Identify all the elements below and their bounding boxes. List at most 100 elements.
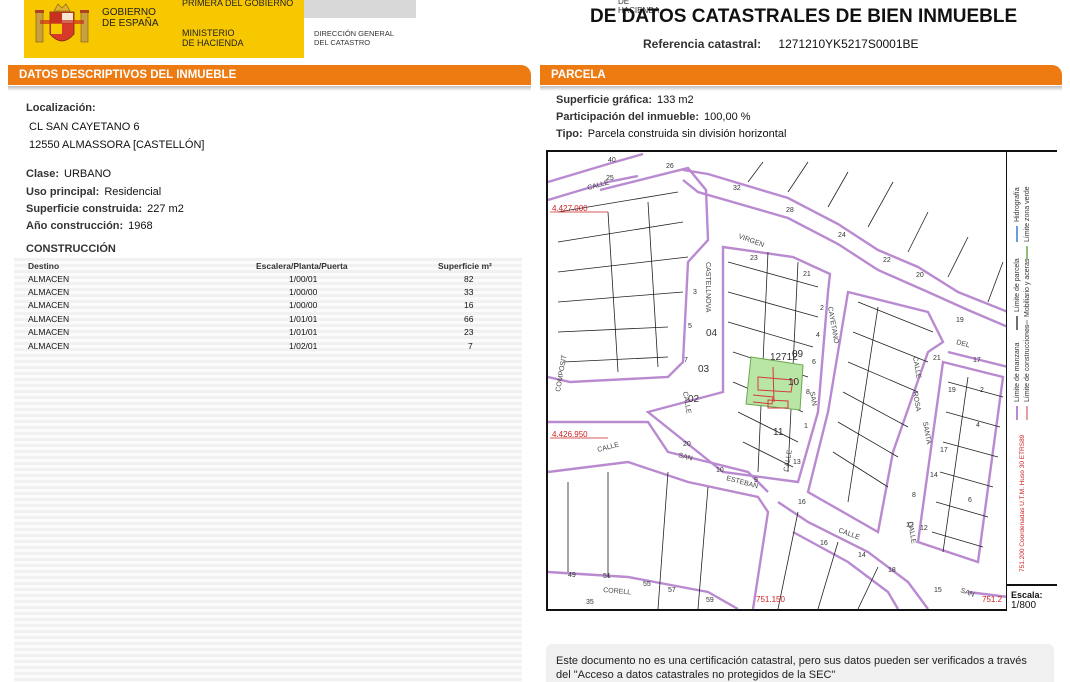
- legend-construcciones: Límite de construcciones: [1024, 324, 1031, 402]
- anio-row: Año construcción: 1968: [26, 220, 153, 232]
- table-header-superficie: Superficie m²: [438, 261, 492, 271]
- map-legend: Hidrografía Límite zona verde Límite de …: [989, 152, 1057, 584]
- map-street-name: VIRGEN: [737, 233, 765, 249]
- map-parcel-number: 04: [706, 328, 718, 339]
- superficie-value: 227 m2: [147, 203, 184, 215]
- ref-value: 1271210YK5217S0001BE: [778, 37, 919, 51]
- table-header-escalera: Escalera/Planta/Puerta: [256, 261, 348, 271]
- map-street-name: CAYETANO: [826, 306, 839, 345]
- hacienda-band: DE HACIENDA: [304, 0, 659, 18]
- map-street-name: SANTA: [921, 421, 932, 445]
- map-number-label: 8: [806, 389, 810, 396]
- cadastral-map: 12712 09 10 11 04 03 02 VIRGEN CALLE CAS…: [546, 150, 1057, 611]
- table-header-destino: Destino: [28, 261, 60, 271]
- superficie-row: Superficie construida: 227 m2: [26, 203, 184, 215]
- disclaimer-text: Este documento no es una certificación c…: [556, 655, 1027, 681]
- cell-destino: ALMACEN: [28, 274, 70, 284]
- map-parcel-number: 11: [773, 427, 784, 438]
- map-number-label: 19: [956, 317, 964, 324]
- cell-escalera: 1/00/00: [289, 287, 318, 297]
- map-number-label: 59: [706, 597, 714, 604]
- ref-label: Referencia catastral:: [643, 37, 762, 51]
- map-number-label: 55: [643, 581, 651, 588]
- map-street-name: CASTELLNOVA: [704, 262, 711, 313]
- localizacion-label: Localización:: [26, 102, 96, 114]
- map-number-label: 12: [906, 522, 914, 529]
- legend-coords: 751.200 Coordenadas U.T.M. Huso 30 ETRS8…: [1019, 434, 1026, 572]
- map-number-label: 25: [606, 175, 614, 182]
- map-number-label: 4: [816, 332, 820, 339]
- map-number-label: 19: [948, 387, 956, 394]
- map-number-label: 10: [716, 467, 724, 474]
- map-number-label: 3: [693, 289, 697, 296]
- superficie-grafica-label: Superficie gráfica:: [556, 94, 652, 106]
- disclaimer-note: Este documento no es una certificación c…: [546, 644, 1054, 682]
- clase-row: Clase: URBANO: [26, 168, 111, 180]
- map-number-label: 51: [603, 573, 611, 580]
- legend-mobiliario: Mobiliario y aceras: [1024, 258, 1031, 317]
- referencia-catastral: Referencia catastral: 1271210YK5217S0001…: [643, 37, 919, 51]
- cell-superficie: 82: [464, 274, 474, 284]
- tipo-label: Tipo:: [556, 128, 583, 140]
- map-scale: Escala: 1/800: [1006, 584, 1057, 611]
- map-number-label: 26: [666, 163, 674, 170]
- map-number-label: 14: [858, 552, 866, 559]
- cell-escalera: 1/01/01: [289, 314, 318, 324]
- coat-of-arms-icon: [35, 3, 89, 43]
- map-number-label: 6: [812, 359, 816, 366]
- ministry-logo-block: GOBIERNO DE ESPAÑA PRIMERA DEL GOBIERNO …: [24, 0, 304, 58]
- map-number-label: 5: [688, 323, 692, 330]
- legend-manzana: Límite de manzana: [1014, 342, 1021, 402]
- tipo-row: Tipo: Parcela construida sin división hor…: [556, 128, 786, 140]
- cell-destino: ALMACEN: [28, 300, 70, 310]
- tipo-value: Parcela construida sin división horizont…: [587, 128, 787, 140]
- map-number-label: 49: [568, 572, 576, 579]
- map-number-label: 40: [608, 157, 616, 164]
- section-datos-descriptivos: DATOS DESCRIPTIVOS DEL INMUEBLE: [8, 65, 531, 85]
- map-coordinate-x2: 751.2: [982, 595, 1003, 604]
- map-number-label: 2: [980, 387, 984, 394]
- cell-escalera: 1/00/01: [289, 274, 318, 284]
- scale-label: Escala:: [1011, 590, 1043, 600]
- map-number-label: 28: [786, 207, 794, 214]
- map-number-label: 1: [804, 423, 808, 430]
- map-number-label: 57: [668, 587, 676, 594]
- map-number-label: 18: [888, 567, 896, 574]
- construccion-table-background: [14, 258, 522, 682]
- cell-destino: ALMACEN: [28, 341, 70, 351]
- map-number-label: 32: [733, 185, 741, 192]
- map-number-label: 17: [973, 357, 981, 364]
- map-drawing: 12712 09 10 11 04 03 02 VIRGEN CALLE CAS…: [548, 152, 1009, 609]
- map-number-label: 24: [838, 232, 846, 239]
- participacion-label: Participación del inmueble:: [556, 111, 700, 123]
- map-parcel-number: 03: [698, 364, 710, 375]
- map-number-label: 2: [820, 305, 824, 312]
- map-street-name: DEL: [955, 339, 970, 349]
- map-street-name: COMPOSIT: [555, 354, 569, 393]
- cell-destino: ALMACEN: [28, 327, 70, 337]
- cell-superficie: 66: [464, 314, 474, 324]
- secretaria-text: PRIMERA DEL GOBIERNO: [182, 0, 294, 8]
- map-street-name: CALLE: [911, 356, 922, 379]
- anio-label: Año construcción:: [26, 220, 124, 232]
- map-number-label: 21: [933, 355, 941, 362]
- map-street-name: CORELL: [603, 587, 632, 596]
- map-number-label: 21: [803, 271, 811, 278]
- participacion-value: 100,00 %: [704, 111, 751, 123]
- document-title: DE DATOS CATASTRALES DE BIEN INMUEBLE: [590, 6, 1018, 27]
- construccion-title: CONSTRUCCIÓN: [26, 243, 116, 255]
- clase-value: URBANO: [64, 168, 112, 180]
- anio-value: 1968: [128, 220, 153, 232]
- ministerio-text: MINISTERIO DE HACIENDA: [182, 28, 244, 48]
- map-street-name: ROSA: [911, 391, 921, 412]
- map-number-label: 22: [883, 257, 891, 264]
- cell-destino: ALMACEN: [28, 314, 70, 324]
- superficie-grafica-row: Superficie gráfica: 133 m2: [556, 94, 694, 106]
- map-number-label: 16: [820, 540, 828, 547]
- map-number-label: 8: [912, 492, 916, 499]
- cell-escalera: 1/02/01: [289, 341, 318, 351]
- cell-superficie: 33: [464, 287, 474, 297]
- legend-hidrografia: Hidrografía: [1014, 187, 1021, 222]
- map-number-label: 16: [798, 499, 806, 506]
- map-number-label: 7: [684, 357, 688, 364]
